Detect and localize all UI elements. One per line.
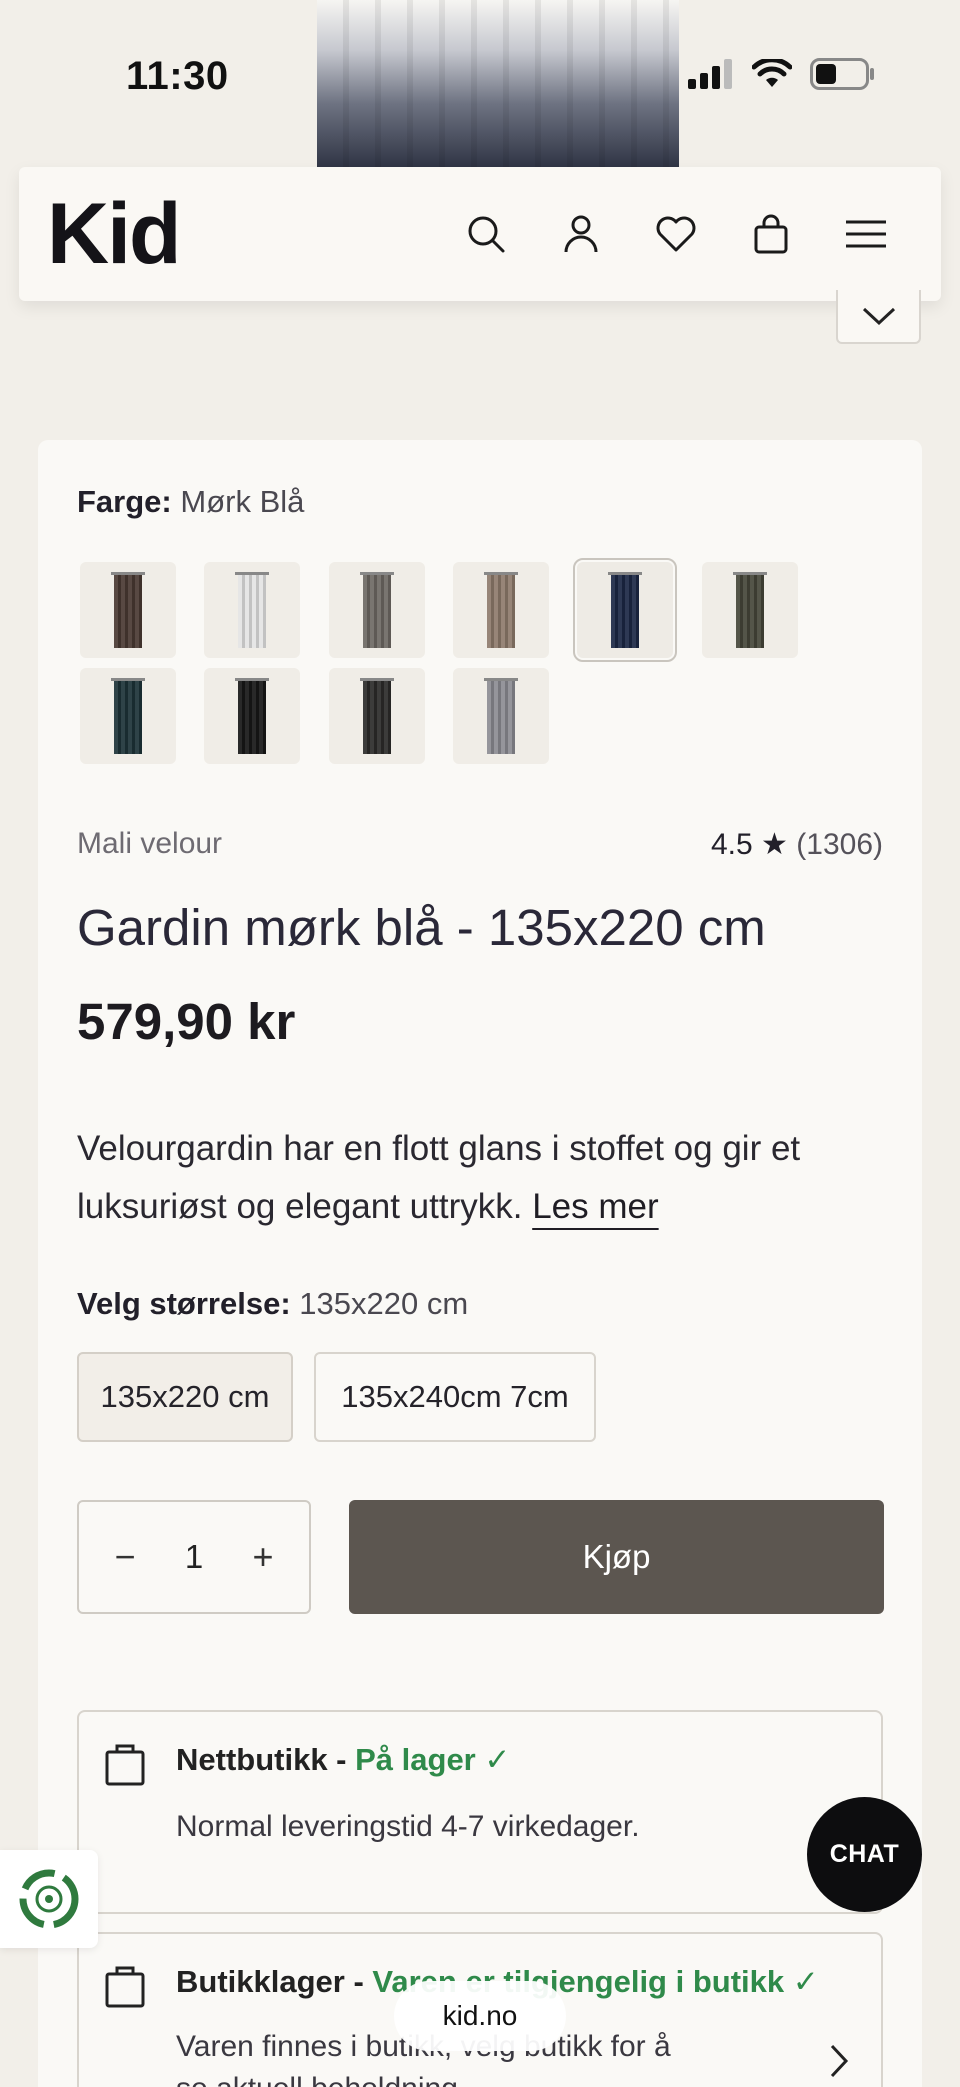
eco-badge[interactable] xyxy=(0,1850,98,1948)
product-hero-image xyxy=(317,0,679,168)
product-rating[interactable]: 4.5 ★ (1306) xyxy=(711,827,883,862)
size-label: Velg størrelse: 135x220 cm xyxy=(77,1286,468,1322)
image-collapse-button[interactable] xyxy=(836,290,921,344)
shopping-bag-icon[interactable] xyxy=(723,199,818,269)
quantity-increase-button[interactable]: + xyxy=(245,1536,281,1578)
status-time: 11:30 xyxy=(126,54,229,98)
color-swatch-dark-teal[interactable] xyxy=(80,668,176,764)
curtain-thumbnail xyxy=(235,572,269,648)
color-swatch-white[interactable] xyxy=(204,562,300,658)
kid-logo[interactable]: Kid xyxy=(47,191,182,277)
product-price: 579,90 kr xyxy=(77,993,296,1050)
color-swatch-grey[interactable] xyxy=(329,562,425,658)
search-icon[interactable] xyxy=(438,199,533,269)
wishlist-heart-icon[interactable] xyxy=(628,199,723,269)
header-icons xyxy=(438,199,913,269)
color-label-text: Farge: xyxy=(77,484,172,519)
rating-value: 4.5 ★ xyxy=(711,828,788,861)
store-stock-label: Butikklager - xyxy=(176,1964,364,1999)
size-value: 135x220 cm xyxy=(299,1286,469,1321)
color-swatch-light-grey[interactable] xyxy=(453,668,549,764)
chevron-right-icon xyxy=(830,2044,849,2078)
rating-count: (1306) xyxy=(796,828,883,861)
site-header: Kid xyxy=(19,167,941,301)
product-info-card: Farge: Mørk Blå Mali velour 4.5 ★ (1306)… xyxy=(38,440,922,2087)
quantity-decrease-button[interactable]: − xyxy=(107,1536,143,1578)
chat-button[interactable]: CHAT xyxy=(807,1797,922,1912)
bag-icon xyxy=(105,1744,145,1786)
quantity-stepper: − 1 + xyxy=(77,1500,311,1614)
signal-icon xyxy=(688,59,732,89)
color-swatch-brown[interactable] xyxy=(80,562,176,658)
curtain-thumbnail xyxy=(360,572,394,648)
color-value: Mørk Blå xyxy=(180,484,305,519)
menu-icon[interactable] xyxy=(818,199,913,269)
color-label: Farge: Mørk Blå xyxy=(77,484,304,520)
curtain-thumbnail xyxy=(733,572,767,648)
curtain-thumbnail xyxy=(608,572,642,648)
size-label-text: Velg størrelse: xyxy=(77,1286,291,1321)
quantity-value[interactable]: 1 xyxy=(185,1538,203,1576)
online-stock-availability: På lager ✓ xyxy=(355,1742,511,1777)
wifi-icon xyxy=(752,59,792,87)
battery-icon xyxy=(810,58,874,90)
online-stock-label: Nettbutikk - xyxy=(176,1742,347,1777)
color-swatch-charcoal[interactable] xyxy=(329,668,425,764)
color-swatch-dark-blue[interactable] xyxy=(573,558,677,662)
color-swatch-black[interactable] xyxy=(204,668,300,764)
store-stock-note-line2: se aktuell beholdning xyxy=(176,2068,671,2087)
read-more-link[interactable]: Les mer xyxy=(532,1187,658,1226)
curtain-thumbnail xyxy=(111,572,145,648)
status-icons xyxy=(688,58,876,90)
description-text: Velourgardin har en flott glans i stoffe… xyxy=(77,1129,801,1226)
recycle-icon xyxy=(19,1869,79,1929)
online-stock-box: Nettbutikk - På lager ✓ Normal leverings… xyxy=(77,1710,883,1914)
chevron-down-icon xyxy=(862,307,895,326)
product-description: Velourgardin har en flott glans i stoffe… xyxy=(77,1120,897,1236)
curtain-thumbnail xyxy=(360,678,394,754)
size-option-135x220[interactable]: 135x220 cm xyxy=(77,1352,293,1442)
account-icon[interactable] xyxy=(533,199,628,269)
curtain-thumbnail xyxy=(235,678,269,754)
product-title: Gardin mørk blå - 135x220 cm xyxy=(77,899,766,956)
buy-button[interactable]: Kjøp xyxy=(349,1500,884,1614)
curtain-thumbnail xyxy=(484,572,518,648)
collection-name[interactable]: Mali velour xyxy=(77,827,222,861)
size-option-135x240[interactable]: 135x240cm 7cm xyxy=(314,1352,596,1442)
bag-icon xyxy=(105,1966,145,2008)
online-stock-status: Nettbutikk - På lager ✓ xyxy=(176,1742,510,1778)
color-swatch-olive-green[interactable] xyxy=(702,562,798,658)
product-page: 11:30 Kid Farge: Mørk Blå Mali velour 4.… xyxy=(0,0,960,2087)
curtain-thumbnail xyxy=(111,678,145,754)
color-swatch-beige[interactable] xyxy=(453,562,549,658)
online-delivery-note: Normal leveringstid 4-7 virkedager. xyxy=(176,1810,640,1843)
curtain-thumbnail xyxy=(484,678,518,754)
browser-url-pill[interactable]: kid.no xyxy=(394,1981,566,2051)
